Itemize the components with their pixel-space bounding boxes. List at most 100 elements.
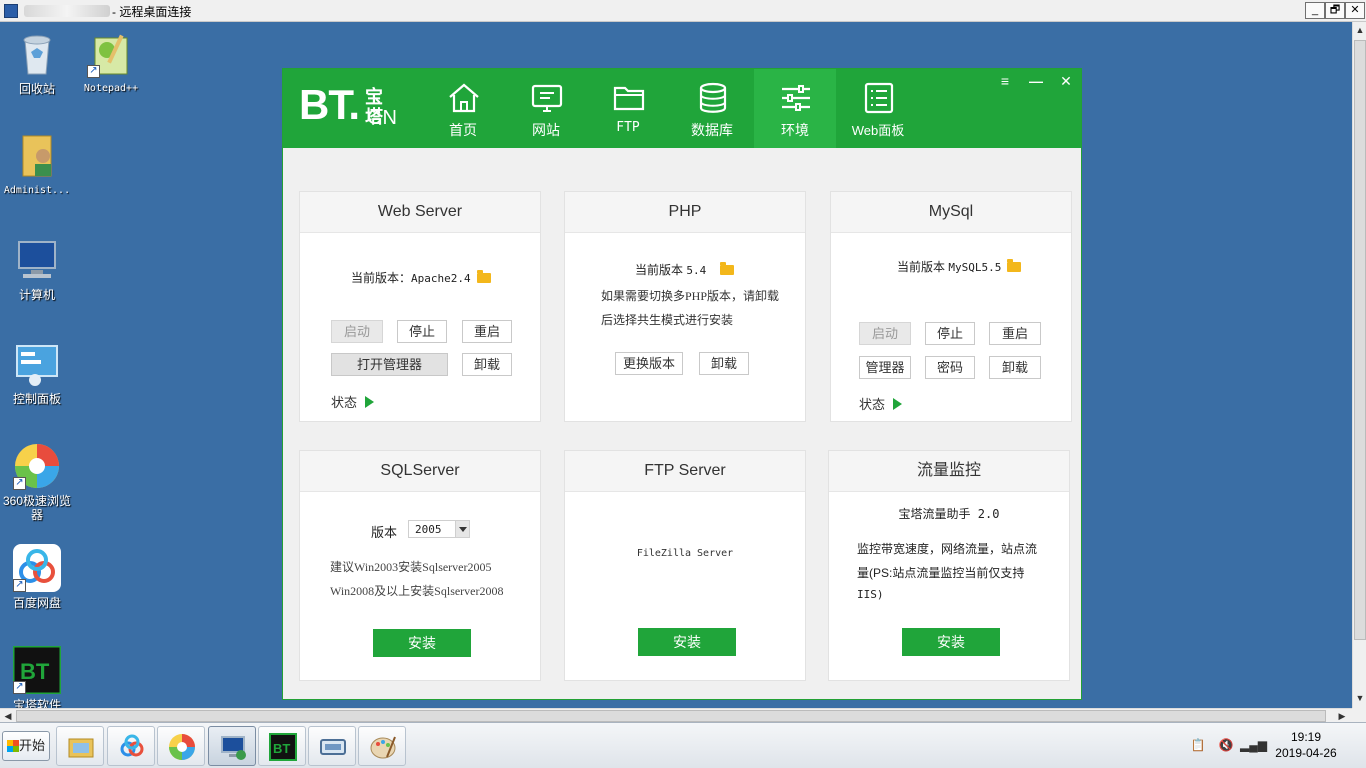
nav-environment[interactable]: 环境 <box>754 69 836 148</box>
sliders-icon <box>782 85 810 111</box>
desktop-icon-control-panel[interactable]: 控制面板 <box>0 340 74 406</box>
card-mysql: MySql 当前版本 MySQL5.5 启动 停止 重启 管理器 密码 卸载 状… <box>830 191 1072 422</box>
desktop-icon-360-browser[interactable]: ↗ 360极速浏览器 <box>0 442 74 522</box>
stop-button[interactable]: 停止 <box>925 322 975 345</box>
folder-icon <box>68 738 94 758</box>
home-icon <box>449 83 479 113</box>
user-folder-icon <box>13 132 61 180</box>
card-title: MySql <box>831 192 1071 233</box>
taskbar-explorer[interactable] <box>56 726 104 766</box>
restart-button[interactable]: 重启 <box>462 320 512 343</box>
taskbar-remote-desktop[interactable] <box>208 726 256 766</box>
nav-label: Web面板 <box>851 123 905 138</box>
restart-button[interactable]: 重启 <box>989 322 1041 345</box>
status-indicator[interactable]: 状态 <box>859 394 903 413</box>
scroll-up-icon[interactable]: ▲ <box>1353 22 1366 38</box>
nav-database[interactable]: 数据库 <box>671 69 753 148</box>
horizontal-scrollbar[interactable]: ◀ ▶ <box>0 708 1352 722</box>
version-line: 当前版本 5.4 <box>635 261 735 278</box>
version-label: 当前版本 <box>897 260 946 274</box>
desktop-icon-administrator[interactable]: Administ... <box>0 132 74 198</box>
desktop-icon-recycle-bin[interactable]: 回收站 <box>0 30 74 96</box>
monitor-icon <box>531 84 563 112</box>
close-icon[interactable]: ✕ <box>1054 71 1078 91</box>
manager-button[interactable]: 管理器 <box>859 356 911 379</box>
version-value: 5.4 <box>686 264 707 277</box>
card-traffic-monitor: 流量监控 宝塔流量助手 2.0 监控带宽速度，网络流量，站点流 量(PS:站点流… <box>828 450 1070 681</box>
minimize-icon[interactable]: — <box>1024 71 1048 91</box>
desktop-icon-baidu-netdisk[interactable]: ↗ 百度网盘 <box>0 544 74 610</box>
folder-icon[interactable] <box>476 270 491 283</box>
desktop-icon-computer[interactable]: 计算机 <box>0 236 74 302</box>
start-button[interactable]: 启动 <box>331 320 383 343</box>
nav-ftp[interactable]: FTP <box>587 69 669 148</box>
install-button[interactable]: 安装 <box>902 628 1000 656</box>
show-desktop-button[interactable] <box>1350 737 1364 753</box>
traffic-note-line3: IIS) <box>857 588 884 601</box>
taskbar-bt-software[interactable]: BT <box>258 726 306 766</box>
database-icon <box>699 82 727 113</box>
start-button[interactable]: 开始 <box>2 731 50 761</box>
desktop-icon-label: 360极速浏览器 <box>2 494 72 522</box>
install-button[interactable]: 安装 <box>373 629 471 657</box>
recycle-bin-icon <box>13 30 61 78</box>
taskbar-clock[interactable]: 19:19 2019-04-26 <box>1266 729 1346 761</box>
version-line: 当前版本：Apache2.4 <box>351 269 491 286</box>
minimize-button[interactable]: _ <box>1305 2 1325 19</box>
taskbar-baidu-netdisk[interactable] <box>107 726 155 766</box>
menu-icon[interactable]: ≡ <box>993 71 1017 91</box>
scroll-right-icon[interactable]: ▶ <box>1334 709 1350 723</box>
version-select[interactable]: 2005 <box>408 520 470 538</box>
vertical-scroll-thumb[interactable] <box>1354 40 1366 640</box>
uninstall-button[interactable]: 卸载 <box>989 356 1041 379</box>
install-button[interactable]: 安装 <box>638 628 736 656</box>
volume-muted-icon[interactable]: 🔇 <box>1218 737 1234 753</box>
uninstall-button[interactable]: 卸载 <box>699 352 749 375</box>
stop-button[interactable]: 停止 <box>397 320 447 343</box>
desktop-icon-bt-software[interactable]: BT ↗ 宝塔软件 <box>0 644 74 712</box>
network-signal-icon[interactable]: ▂▄▆ <box>1240 737 1267 753</box>
nav-web-panel[interactable]: Web面板 <box>837 69 919 148</box>
uninstall-button[interactable]: 卸载 <box>462 353 512 376</box>
desktop-icon-label: 计算机 <box>18 288 55 302</box>
nav-website[interactable]: 网站 <box>505 69 587 148</box>
card-title: PHP <box>565 192 805 233</box>
close-button[interactable]: ✕ <box>1345 2 1365 19</box>
folder-icon[interactable] <box>720 262 735 275</box>
bt-panel-window: BT. 宝塔 CN 首页 网站 FTP 数据库 环境 Web面板 ≡ — ✕ W… <box>282 68 1082 700</box>
horizontal-scroll-thumb[interactable] <box>16 710 1326 722</box>
shortcut-arrow-icon: ↗ <box>13 579 26 592</box>
clipboard-icon[interactable]: 📋 <box>1190 737 1206 753</box>
restore-button[interactable]: 🗗 <box>1325 2 1345 19</box>
vertical-scrollbar[interactable]: ▲ ▼ <box>1352 22 1366 708</box>
status-label: 状态 <box>331 395 358 410</box>
server-manager-icon <box>320 739 346 755</box>
nav-home[interactable]: 首页 <box>422 69 504 148</box>
traffic-product-name: 宝塔流量助手 2.0 <box>898 507 1000 521</box>
play-icon <box>365 396 375 408</box>
taskbar-360-browser[interactable] <box>157 726 205 766</box>
scroll-down-icon[interactable]: ▼ <box>1353 690 1366 706</box>
taskbar: 开始 BT 📋 🔇 ▂▄▆ 19:19 2019-04-26 <box>0 722 1366 768</box>
shortcut-arrow-icon: ↗ <box>13 477 26 490</box>
card-web-server: Web Server 当前版本：Apache2.4 启动 停止 重启 打开管理器… <box>299 191 541 422</box>
scroll-left-icon[interactable]: ◀ <box>0 709 16 723</box>
nav-label: 环境 <box>781 122 809 138</box>
folder-icon <box>613 86 645 111</box>
taskbar-paint[interactable] <box>358 726 406 766</box>
desktop-icon-label: 控制面板 <box>12 392 61 406</box>
open-manager-button[interactable]: 打开管理器 <box>331 353 448 376</box>
desktop-icon-notepadpp[interactable]: ↗ Notepad++ <box>74 30 148 96</box>
status-indicator[interactable]: 状态 <box>331 392 375 411</box>
notepadpp-icon: ↗ <box>87 30 135 78</box>
card-ftp-server: FTP Server FileZilla Server 安装 <box>564 450 806 681</box>
password-button[interactable]: 密码 <box>925 356 975 379</box>
ftp-product-name: FileZilla Server <box>636 548 734 559</box>
folder-icon[interactable] <box>1007 259 1022 272</box>
start-button[interactable]: 启动 <box>859 322 911 345</box>
traffic-note-line1: 监控带宽速度，网络流量，站点流 <box>857 542 1038 556</box>
taskbar-server-manager[interactable] <box>308 726 356 766</box>
change-version-button[interactable]: 更换版本 <box>615 352 683 375</box>
shortcut-arrow-icon: ↗ <box>13 681 26 694</box>
clock-time: 19:19 <box>1290 730 1322 744</box>
